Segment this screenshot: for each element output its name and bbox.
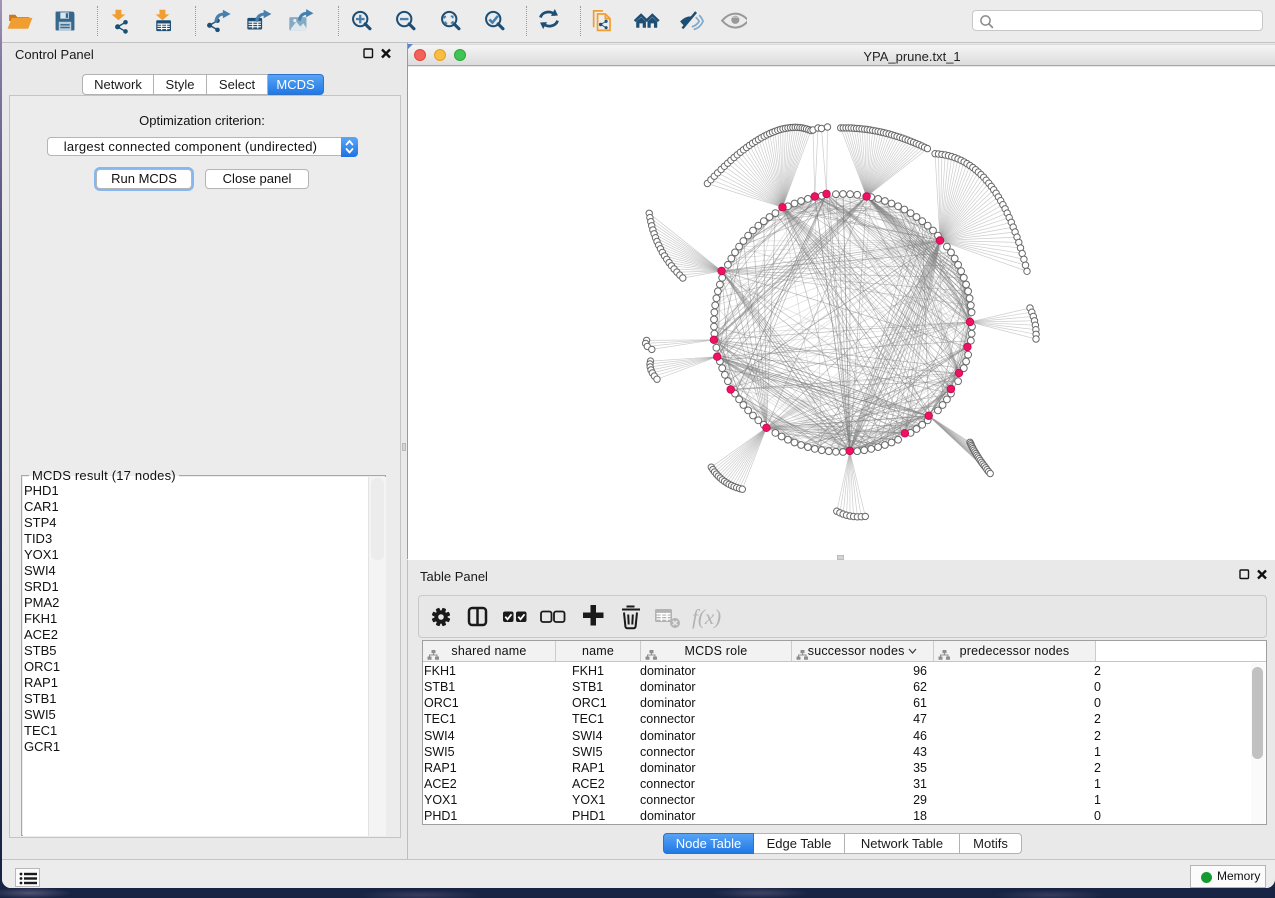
svg-text:f(x): f(x) [692,605,721,629]
